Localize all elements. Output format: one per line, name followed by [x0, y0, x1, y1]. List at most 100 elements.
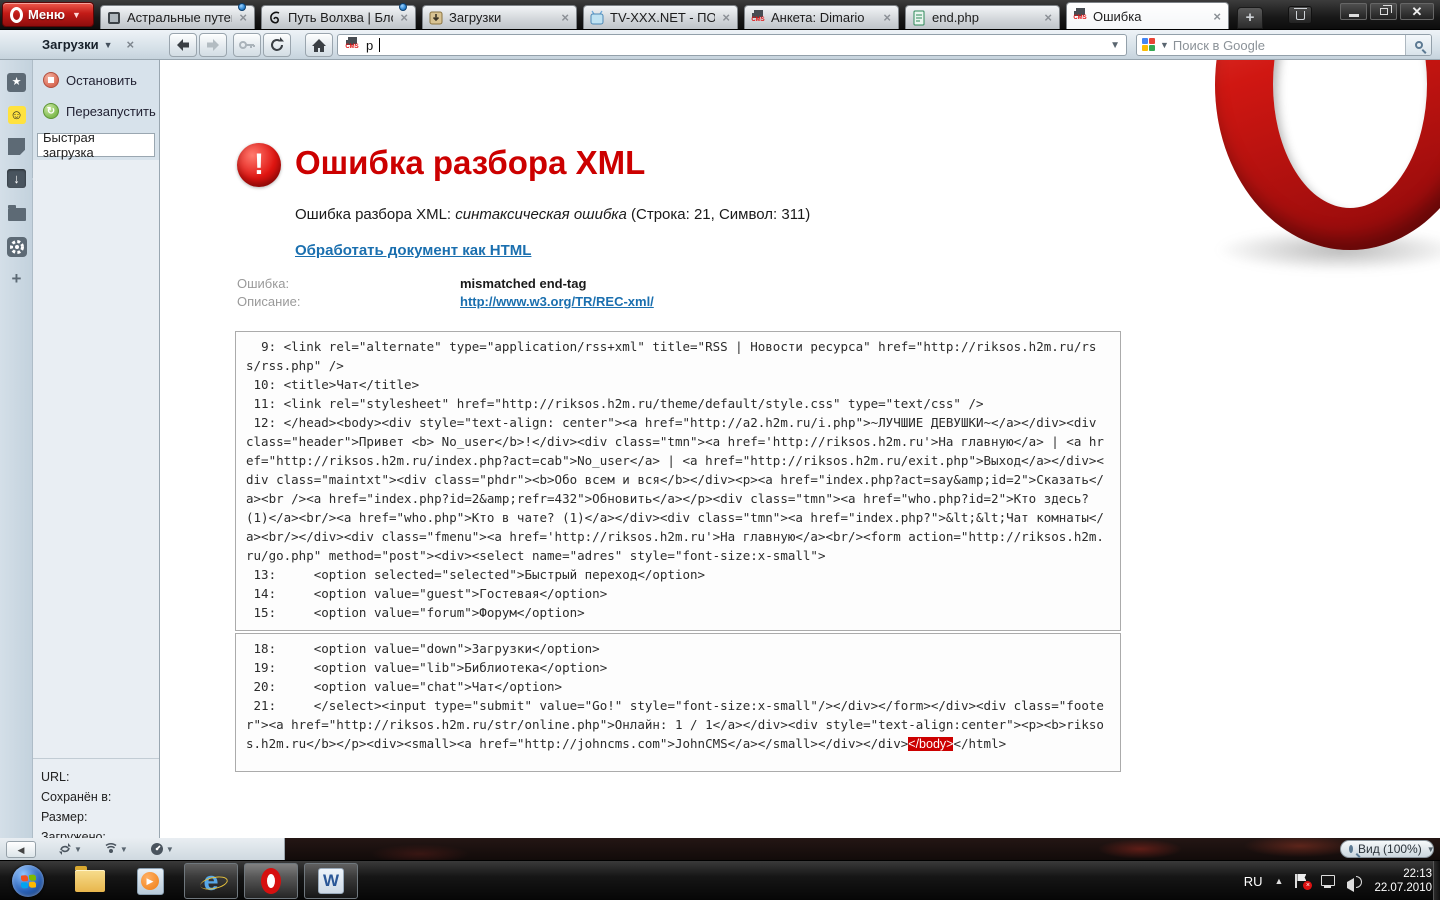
taskbar-clock[interactable]: 22:13 22.07.2010 [1374, 867, 1432, 895]
back-button[interactable] [169, 33, 197, 57]
taskbar-media-player-button[interactable]: ▶ [128, 863, 172, 899]
tab-error-active[interactable]: CMS Ошибка × [1066, 2, 1229, 29]
tab-close-icon[interactable]: × [237, 10, 249, 25]
home-button[interactable] [305, 33, 333, 57]
panel-title: Загрузки [42, 37, 99, 52]
closed-tabs-trash-button[interactable] [1288, 6, 1312, 24]
page-title: Ошибка разбора XML [295, 144, 646, 181]
new-tab-button[interactable]: + [1237, 7, 1263, 29]
start-button[interactable] [12, 865, 44, 897]
tab-close-icon[interactable]: × [1211, 9, 1223, 24]
home-icon [312, 38, 326, 52]
restart-label: Перезапустить [66, 103, 156, 119]
network-icon[interactable] [1320, 874, 1336, 888]
tab-title: Астральные путеш... [127, 10, 232, 25]
tab-title: Загрузки [449, 10, 502, 25]
reparse-as-html-link[interactable]: Обработать документ как HTML [295, 242, 531, 259]
sidebar-item-bookmarks[interactable]: ★ [4, 70, 29, 95]
sidebar-item-links[interactable] [4, 200, 29, 225]
unread-dot-icon [238, 3, 246, 11]
zoom-control[interactable]: Вид (100%) ▼ [1340, 840, 1435, 858]
tab-endphp[interactable]: end.php × [905, 5, 1060, 29]
clock-time: 22:13 [1403, 868, 1432, 880]
windows-taskbar: ▶ e W RU ▲ × 22:13 22.07.2010 [0, 860, 1440, 900]
tray-expand-icon[interactable]: ▲ [1275, 876, 1284, 886]
panel-toggle-button[interactable]: ◀ [6, 840, 36, 858]
zoom-magnifier-icon [1349, 845, 1353, 853]
search-engine-dropdown-icon[interactable]: ▼ [1160, 40, 1169, 50]
text-caret [379, 38, 381, 52]
media-player-icon: ▶ [136, 867, 164, 895]
chevron-down-icon[interactable]: ▼ [104, 40, 113, 50]
downloads-panel: Остановить ↻ Перезапустить Быстрая загру… [33, 60, 160, 844]
description-field-row: Описание: http://www.w3.org/TR/REC-xml/ [237, 294, 1137, 309]
tab-close-icon[interactable]: × [559, 10, 571, 25]
folder-icon [7, 205, 26, 221]
turbo-gauge-icon [150, 843, 163, 855]
show-desktop-button[interactable] [1433, 861, 1440, 900]
description-label: Описание: [237, 294, 301, 309]
quick-download-input[interactable]: Быстрая загрузка [37, 130, 155, 160]
turbo-button[interactable]: ▼ [150, 842, 174, 856]
stop-download-button[interactable]: Остановить [43, 72, 137, 88]
sidebar-item-downloads[interactable]: ↓ [4, 166, 38, 191]
tab-close-icon[interactable]: × [720, 10, 732, 25]
search-input[interactable]: ▼ Поиск в Google [1136, 34, 1432, 56]
taskbar-word-button[interactable]: W [304, 863, 358, 899]
forward-button[interactable] [199, 33, 227, 57]
unread-dot-icon [399, 3, 407, 11]
reload-button[interactable] [263, 33, 291, 57]
address-bar-input[interactable]: CMS p ▼ [337, 34, 1127, 56]
panel-header: Загрузки ▼ × [36, 30, 160, 59]
reload-icon [271, 37, 284, 51]
opera-logo-icon [10, 6, 23, 23]
w3c-spec-link[interactable]: http://www.w3.org/TR/REC-xml/ [460, 294, 654, 309]
search-icon [1414, 41, 1423, 49]
download-details: URL: Сохранён в: Размер: Загружено: [33, 758, 159, 847]
tab-downloads[interactable]: Загрузки × [422, 5, 577, 29]
tab-close-icon[interactable]: × [398, 10, 410, 25]
panel-close-icon[interactable]: × [127, 37, 135, 52]
tab-anketa[interactable]: CMS Анкета: Dimario × [744, 5, 899, 29]
sidebar-add-panel[interactable]: + [4, 266, 29, 291]
taskbar-opera-button[interactable] [244, 863, 298, 899]
document-icon [911, 10, 927, 26]
restart-download-button[interactable]: ↻ Перезапустить [43, 103, 156, 119]
error-label: Ошибка: [237, 276, 290, 291]
tab-tv-xxx[interactable]: TV-XXX.NET - ПОР... × [583, 5, 738, 29]
sidebar-item-widgets[interactable] [4, 234, 29, 259]
taskbar-ie-button[interactable]: e [184, 863, 238, 899]
tab-astral[interactable]: Астральные путеш... × [100, 3, 255, 29]
detail-label-saved: Сохранён в: [41, 790, 112, 804]
tab-title: Ошибка [1093, 8, 1142, 24]
language-indicator[interactable]: RU [1244, 874, 1263, 889]
error-field-row: Ошибка: mismatched end-tag [237, 276, 1137, 291]
restart-icon: ↻ [43, 103, 59, 119]
stop-label: Остановить [66, 72, 137, 88]
volume-icon[interactable] [1347, 875, 1363, 892]
taskbar-explorer-button[interactable] [68, 863, 112, 899]
tab-put-volhva[interactable]: Путь Волхва | Блог ... × [261, 3, 416, 29]
unite-button[interactable]: ▼ [104, 842, 128, 856]
action-center-flag-icon[interactable]: × [1295, 874, 1313, 890]
chevron-down-icon: ▼ [72, 9, 81, 20]
arrow-left-icon [177, 39, 189, 51]
tv-icon [589, 10, 605, 26]
restore-button[interactable] [1370, 3, 1397, 20]
close-button[interactable]: ✕ [1400, 3, 1434, 20]
tab-close-icon[interactable]: × [1042, 10, 1054, 25]
source-code-block-2: 18: <option value="down">Загрузки</optio… [235, 633, 1121, 772]
address-dropdown-icon[interactable]: ▼ [1110, 40, 1120, 51]
detail-label-size: Размер: [41, 810, 88, 824]
sidebar-item-contacts[interactable]: ☺ [4, 102, 29, 127]
search-go-button[interactable] [1405, 35, 1431, 55]
tab-close-icon[interactable]: × [881, 10, 893, 25]
tab-bar: Меню ▼ Астральные путеш... × Путь Волхва… [0, 0, 1440, 30]
internet-explorer-icon: e [203, 865, 219, 896]
opera-menu-button[interactable]: Меню ▼ [2, 2, 94, 27]
sync-button[interactable]: ▼ [58, 842, 82, 856]
sidebar-item-notes[interactable] [4, 134, 29, 159]
minimize-button[interactable] [1340, 3, 1367, 20]
password-key-button[interactable] [233, 33, 261, 57]
chevron-down-icon: ▼ [165, 844, 174, 854]
